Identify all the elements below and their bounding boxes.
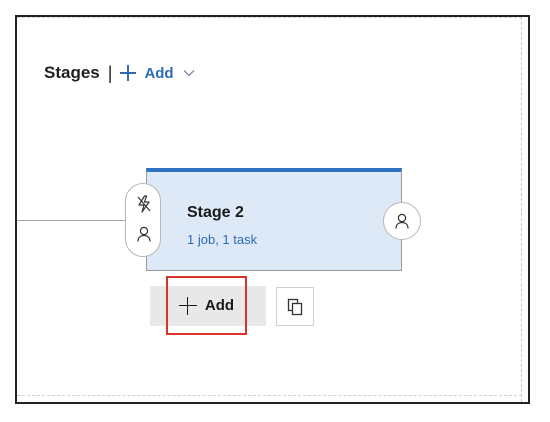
stages-title: Stages — [44, 63, 100, 82]
canvas-edge-top — [17, 17, 522, 18]
person-icon — [137, 226, 151, 242]
plus-icon — [178, 296, 197, 315]
person-icon — [395, 213, 409, 229]
add-stage-button[interactable]: Add — [166, 276, 247, 335]
stages-header: Stages | Add — [44, 58, 195, 88]
add-stage-label: Add — [144, 64, 174, 82]
canvas-edge — [521, 17, 522, 402]
plus-icon — [120, 65, 137, 81]
canvas-edge-bottom — [17, 395, 522, 396]
pre-deployment-conditions[interactable] — [125, 183, 161, 257]
post-deployment-conditions[interactable] — [383, 202, 421, 240]
header-separator: | — [107, 62, 113, 83]
stage-summary-link[interactable]: 1 job, 1 task — [187, 232, 257, 247]
stage-name: Stage 2 — [187, 204, 244, 221]
chevron-down-icon[interactable] — [183, 69, 195, 77]
stage-card[interactable]: Stage 2 1 job, 1 task — [146, 168, 402, 271]
clone-stage-button[interactable] — [276, 287, 314, 326]
add-stage-menu[interactable]: Add — [120, 64, 195, 82]
add-button-label: Add — [204, 297, 235, 314]
stage-connector-line — [17, 220, 129, 221]
clone-icon — [287, 298, 303, 315]
lightning-icon — [137, 195, 151, 213]
